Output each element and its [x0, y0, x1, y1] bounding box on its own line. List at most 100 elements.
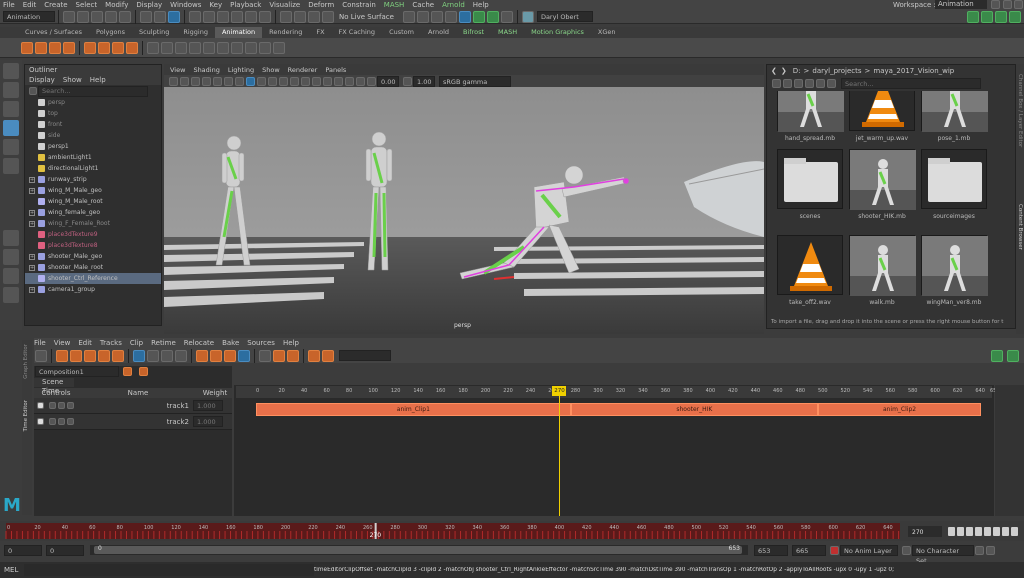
side-by-side-layout-icon[interactable]	[3, 268, 19, 284]
nav-back-icon[interactable]: ❮	[771, 67, 777, 75]
outliner-item[interactable]: ambientLight1	[25, 152, 161, 163]
select-hierarchy-icon[interactable]	[140, 10, 152, 23]
orient-constraint-icon[interactable]	[203, 41, 215, 54]
outliner-item[interactable]: persp1	[25, 141, 161, 152]
tab-rigging[interactable]: Rigging	[176, 27, 215, 38]
point-constraint-icon[interactable]	[189, 41, 201, 54]
relocate-icon[interactable]	[322, 349, 334, 362]
construction-history-icon[interactable]	[322, 10, 334, 23]
parent-constraint-icon[interactable]	[175, 41, 187, 54]
wireframe-icon[interactable]	[235, 76, 244, 86]
ambient-occlusion-icon[interactable]	[290, 76, 299, 86]
side-tab-channel-box[interactable]: Channel Box / Layer Editor	[1017, 74, 1023, 147]
menu-windows[interactable]: Windows	[170, 1, 201, 9]
expand-toggle-icon[interactable]: +	[29, 253, 35, 260]
expand-toggle-icon[interactable]	[29, 100, 35, 106]
outliner-menu-display[interactable]: Display	[29, 76, 55, 84]
browser-item-folder[interactable]	[777, 149, 843, 209]
output-ops-icon[interactable]	[308, 10, 320, 23]
play-forward-icon[interactable]	[984, 527, 991, 536]
crossfade-icon[interactable]	[224, 349, 236, 362]
scene-time-tab[interactable]: Scene Time	[34, 378, 74, 395]
workspace-select[interactable]: Animation	[935, 0, 987, 9]
track-solo-icon[interactable]	[67, 418, 74, 425]
motion-blur-icon[interactable]	[301, 76, 310, 86]
side-tab-content-browser[interactable]: Content Browser	[1017, 204, 1023, 250]
outliner-menu-help[interactable]: Help	[90, 76, 106, 84]
move-tool-icon[interactable]	[3, 120, 19, 136]
composition-options-icon[interactable]	[139, 366, 148, 376]
tab-xgen[interactable]: XGen	[591, 27, 623, 38]
browser-item-figure[interactable]	[921, 91, 988, 132]
outliner-item[interactable]: + wing_M_Male_geo	[25, 185, 161, 196]
breakdown-key-icon[interactable]	[98, 41, 110, 54]
pole-vector-icon[interactable]	[245, 41, 257, 54]
snap-curve-icon[interactable]	[203, 10, 215, 23]
track-checkbox[interactable]	[37, 402, 44, 409]
add-audio-icon[interactable]	[84, 349, 96, 362]
expand-toggle-icon[interactable]: +	[29, 220, 35, 227]
browser-item-figure[interactable]	[921, 235, 988, 296]
paint-select-tool-icon[interactable]	[3, 101, 19, 117]
range-handle[interactable]	[94, 546, 742, 554]
xray-joints-icon[interactable]	[345, 76, 354, 86]
lasso-tool-icon[interactable]	[3, 82, 19, 98]
tab-fx[interactable]: FX	[309, 27, 331, 38]
te-menu-file[interactable]: File	[34, 339, 46, 347]
snap-surface-icon[interactable]	[245, 10, 257, 23]
expand-toggle-icon[interactable]: +	[29, 264, 35, 271]
bake-icon[interactable]	[308, 349, 320, 362]
menu-file[interactable]: File	[3, 1, 15, 9]
step-forward-frame-icon[interactable]	[993, 527, 1000, 536]
exposure-field[interactable]: 0.00	[377, 75, 399, 87]
track-lock-icon[interactable]	[49, 402, 56, 409]
outliner-item[interactable]: place3dTexture8	[25, 240, 161, 251]
key-clip-icon[interactable]	[273, 349, 285, 362]
snap-view-icon[interactable]	[231, 10, 243, 23]
arnold-render-icon[interactable]	[472, 10, 485, 23]
viewport-menu-view[interactable]: View	[170, 66, 185, 74]
expand-toggle-icon[interactable]	[29, 133, 35, 139]
select-tool-icon[interactable]	[3, 63, 19, 79]
scale-constraint-icon[interactable]	[217, 41, 229, 54]
tab-fx-caching[interactable]: FX Caching	[332, 27, 383, 38]
playblast-icon[interactable]	[259, 41, 271, 54]
undo-icon[interactable]	[105, 10, 117, 23]
attribute-editor-icon[interactable]	[995, 10, 1007, 23]
window-close-icon[interactable]	[1014, 0, 1023, 9]
track-solo-icon[interactable]	[67, 402, 74, 409]
anim-clip[interactable]: shooter_HIK	[570, 403, 818, 416]
textured-icon[interactable]	[257, 76, 266, 86]
command-language[interactable]: MEL	[0, 566, 24, 574]
track-checkbox[interactable]	[37, 418, 44, 425]
character-controls-icon[interactable]	[981, 10, 993, 23]
time-slider-track[interactable]: 0 20 40 60 80 100 120 140 160 180 200 220 240 260 280 3…	[0, 521, 1024, 541]
snap-vertex-icon[interactable]	[259, 10, 271, 23]
te-menu-edit[interactable]: Edit	[78, 339, 92, 347]
layout-expand-icon[interactable]	[1007, 349, 1019, 362]
select-object-icon[interactable]	[154, 10, 166, 23]
menu-mash[interactable]: MASH	[384, 1, 405, 9]
track-mute-icon[interactable]	[58, 402, 65, 409]
move-clip-tool-icon[interactable]	[147, 349, 159, 362]
window-maximize-icon[interactable]	[1003, 0, 1012, 9]
menu-playback[interactable]: Playback	[230, 1, 261, 9]
image-plane-icon[interactable]	[191, 76, 200, 86]
isolate-select-icon[interactable]	[323, 76, 332, 86]
menu-create[interactable]: Create	[44, 1, 67, 9]
ghost-icon[interactable]	[126, 41, 138, 54]
menu-select[interactable]: Select	[76, 1, 98, 9]
te-menu-bake[interactable]: Bake	[222, 339, 239, 347]
menu-edit[interactable]: Edit	[23, 1, 37, 9]
viewport-scene[interactable]: persp	[164, 87, 764, 334]
live-surface-label[interactable]: No Live Surface	[339, 13, 394, 21]
anim-clip[interactable]: anim_Clip1	[256, 403, 571, 416]
create-clip-icon[interactable]	[56, 349, 68, 362]
track-lock-icon[interactable]	[49, 418, 56, 425]
new-scene-icon[interactable]	[63, 10, 75, 23]
key-mode-icon[interactable]	[975, 545, 984, 555]
outliner-item[interactable]: front	[25, 119, 161, 130]
lights-icon[interactable]	[268, 76, 277, 86]
grid-view-icon[interactable]	[772, 79, 781, 88]
add-source-icon[interactable]	[98, 349, 110, 362]
